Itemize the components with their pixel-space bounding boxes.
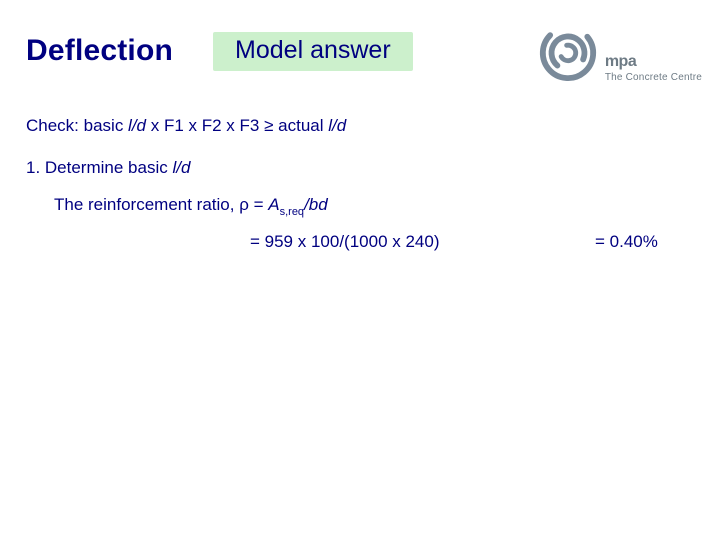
logo-area: mpa The Concrete Centre — [537, 18, 702, 85]
step1-prefix: 1. Determine basic — [26, 158, 172, 177]
mpa-swirl-icon — [537, 20, 599, 82]
logo-brand: mpa — [605, 52, 702, 72]
l-over-d-1: l/d — [128, 116, 146, 135]
ratio-A: A — [268, 195, 279, 214]
title-row: Deflection Model answer mpa The Concrete… — [26, 18, 702, 85]
check-prefix: Check: basic — [26, 116, 128, 135]
result-value: = 0.40% — [595, 232, 658, 252]
ratio-line: The reinforcement ratio, ρ = As,req/bd — [54, 195, 328, 217]
l-over-d-2: l/d — [328, 116, 346, 135]
ratio-prefix: The reinforcement ratio, ρ = — [54, 195, 268, 214]
check-mid: x F1 x F2 x F3 ≥ actual — [146, 116, 328, 135]
logo-text: mpa The Concrete Centre — [605, 50, 702, 85]
step1-lod: l/d — [172, 158, 190, 177]
page-title: Deflection — [26, 34, 173, 68]
model-answer-badge: Model answer — [213, 32, 413, 71]
step-1-heading: 1. Determine basic l/d — [26, 158, 190, 178]
ratio-sub: s,req — [280, 206, 304, 218]
slide: Deflection Model answer mpa The Concrete… — [0, 0, 720, 540]
ratio-over: /bd — [304, 195, 328, 214]
title-left: Deflection Model answer — [26, 32, 413, 71]
calc-line: = 959 x 100/(1000 x 240) — [250, 232, 440, 252]
check-line: Check: basic l/d x F1 x F2 x F3 ≥ actual… — [26, 116, 346, 136]
logo-subtitle: The Concrete Centre — [605, 72, 702, 85]
